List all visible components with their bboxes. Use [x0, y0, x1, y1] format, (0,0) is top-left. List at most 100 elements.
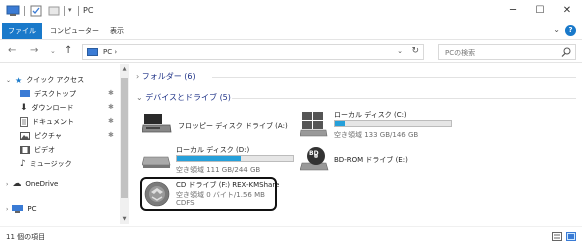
windows-drive-icon [300, 112, 328, 137]
sidebar-item-label: PC [27, 205, 37, 213]
refresh-icon[interactable]: ↻ [411, 46, 419, 56]
pc-icon [12, 205, 24, 213]
drive-local-d[interactable]: ローカル ディスク (D:) 空き領域 111 GB/244 GB [142, 143, 298, 177]
sidebar-item-pictures[interactable]: ピクチャ [20, 131, 62, 143]
address-path[interactable]: PC › [103, 48, 117, 56]
sidebar-item-label: デスクトップ [34, 90, 76, 98]
svg-text:BD: BD [309, 150, 319, 157]
scroll-down-icon[interactable]: ▼ [121, 216, 128, 222]
sidebar-item-documents[interactable]: ドキュメント [20, 117, 74, 129]
cloud-icon: ☁ [12, 179, 22, 189]
chevron-right-icon[interactable]: › [6, 206, 8, 213]
pin-icon[interactable]: ✱ [108, 103, 114, 111]
star-icon: ★ [15, 75, 23, 85]
group-divider [212, 77, 576, 78]
chevron-down-icon[interactable]: ⌄ [136, 93, 143, 102]
sidebar-item-label: ドキュメント [32, 118, 74, 126]
sidebar-item-label: OneDrive [25, 180, 59, 188]
forward-arrow-icon[interactable]: → [30, 45, 38, 56]
music-icon: ♪ [20, 159, 26, 169]
drive-free-space: 空き領域 133 GB/146 GB [334, 131, 419, 139]
large-icons-view-icon[interactable] [566, 232, 576, 241]
scroll-thumb[interactable] [121, 78, 128, 198]
tab-view[interactable]: 表示 [104, 23, 130, 39]
nav-quick-access-label: クイック アクセス [26, 76, 85, 84]
minimize-button[interactable]: ─ [500, 3, 526, 19]
drive-floppy-a[interactable]: フロッピー ディスク ドライブ (A:) [142, 108, 288, 138]
nav-quick-access[interactable]: ⌄ ★ クイック アクセス [6, 75, 84, 87]
drive-free-space: 空き領域 111 GB/244 GB [176, 166, 261, 174]
chevron-right-icon[interactable]: › [6, 181, 8, 188]
pin-icon[interactable]: ✱ [108, 131, 114, 139]
group-count: (6) [184, 72, 196, 81]
search-placeholder[interactable]: PCの検索 [445, 48, 475, 58]
title-separator [24, 6, 25, 16]
group-divider [232, 98, 576, 99]
drive-local-c[interactable]: ローカル ディスク (C:) 空き領域 133 GB/146 GB [300, 108, 456, 142]
quick-access-toolbar-dropdown-icon[interactable]: ▾ [68, 6, 72, 14]
chevron-down-icon[interactable]: ⌄ [6, 77, 11, 84]
expand-ribbon-icon[interactable]: ⌄ [553, 25, 560, 34]
drive-usage-bar [176, 155, 294, 162]
title-separator [78, 6, 79, 16]
drive-bd-rom-e[interactable]: BD BD-ROM ドライブ (E:) [300, 143, 450, 175]
pc-app-icon[interactable] [6, 5, 20, 17]
address-box[interactable]: PC › ⌄ ↻ [82, 44, 424, 60]
group-header-label: デバイスとドライブ [145, 93, 218, 102]
pin-icon[interactable]: ✱ [108, 89, 114, 97]
pin-icon[interactable]: ✱ [108, 117, 114, 125]
help-icon[interactable]: ? [565, 25, 576, 36]
back-arrow-icon[interactable]: ← [8, 45, 16, 56]
drive-usage-fill [335, 121, 346, 126]
group-header-label: フォルダー [141, 72, 182, 81]
document-icon [20, 117, 28, 127]
nav-scrollbar[interactable]: ▲ ▼ [120, 64, 129, 224]
bd-rom-drive-icon: BD [300, 147, 329, 171]
navigation-pane: ⌄ ★ クイック アクセス デスクトップ ✱ ⬇ ダウンロード ✱ ドキュメント ✱ … [0, 64, 128, 226]
tab-computer[interactable]: コンピューター [44, 23, 105, 39]
highlight-annotation-box [140, 177, 277, 211]
drive-name: ローカル ディスク (D:) [176, 146, 250, 154]
drive-usage-bar [334, 120, 452, 127]
group-count: (5) [219, 93, 231, 102]
recent-locations-icon[interactable]: ⌄ [50, 47, 56, 55]
sidebar-item-label: ビデオ [34, 146, 55, 154]
search-box[interactable]: PCの検索 [438, 44, 576, 60]
sidebar-item-label: ミュージック [29, 160, 72, 168]
floppy-drive-icon [142, 114, 172, 133]
up-arrow-icon[interactable]: ↑ [64, 45, 72, 56]
address-dropdown-icon[interactable]: ⌄ [397, 47, 403, 55]
search-icon[interactable] [561, 47, 571, 57]
sidebar-item-label: ダウンロード [31, 104, 74, 112]
sidebar-item-pc[interactable]: › PC [6, 205, 37, 217]
sidebar-item-onedrive[interactable]: › ☁ OneDrive [6, 179, 58, 191]
drive-name: フロッピー ディスク ドライブ (A:) [178, 122, 288, 130]
tab-file[interactable]: ファイル [2, 23, 42, 39]
close-button[interactable]: ✕ [554, 3, 580, 19]
desktop-icon [20, 90, 30, 97]
pc-icon [87, 48, 98, 56]
video-icon [20, 146, 30, 154]
download-icon: ⬇ [20, 103, 28, 113]
details-view-icon[interactable] [552, 232, 562, 241]
sidebar-item-music[interactable]: ♪ ミュージック [20, 159, 72, 171]
hard-drive-icon [142, 156, 171, 168]
status-bar: 11 個の項目 [0, 226, 582, 246]
item-count: 11 個の項目 [6, 233, 46, 241]
title-separator [64, 6, 65, 16]
sidebar-item-videos[interactable]: ビデオ [20, 145, 55, 157]
maximize-button[interactable]: ☐ [527, 3, 553, 19]
ribbon-tabs: ファイル コンピューター 表示 ⌄ ? [0, 22, 582, 40]
sidebar-item-downloads[interactable]: ⬇ ダウンロード [20, 103, 74, 115]
group-header-devices[interactable]: ⌄ デバイスとドライブ (5) [136, 92, 231, 103]
chevron-right-icon[interactable]: › [136, 72, 139, 81]
group-header-folders[interactable]: › フォルダー (6) [136, 71, 196, 82]
scroll-up-icon[interactable]: ▲ [121, 66, 128, 72]
sidebar-item-desktop[interactable]: デスクトップ [20, 89, 76, 101]
properties-icon[interactable] [30, 5, 42, 17]
title-bar: ▾ PC ─ ☐ ✕ [0, 0, 582, 22]
address-bar-row: ← → ⌄ ↑ PC › ⌄ ↻ PCの検索 [0, 41, 582, 63]
new-folder-icon[interactable] [48, 5, 60, 17]
drive-usage-fill [177, 156, 241, 161]
drive-name: BD-ROM ドライブ (E:) [334, 156, 408, 164]
